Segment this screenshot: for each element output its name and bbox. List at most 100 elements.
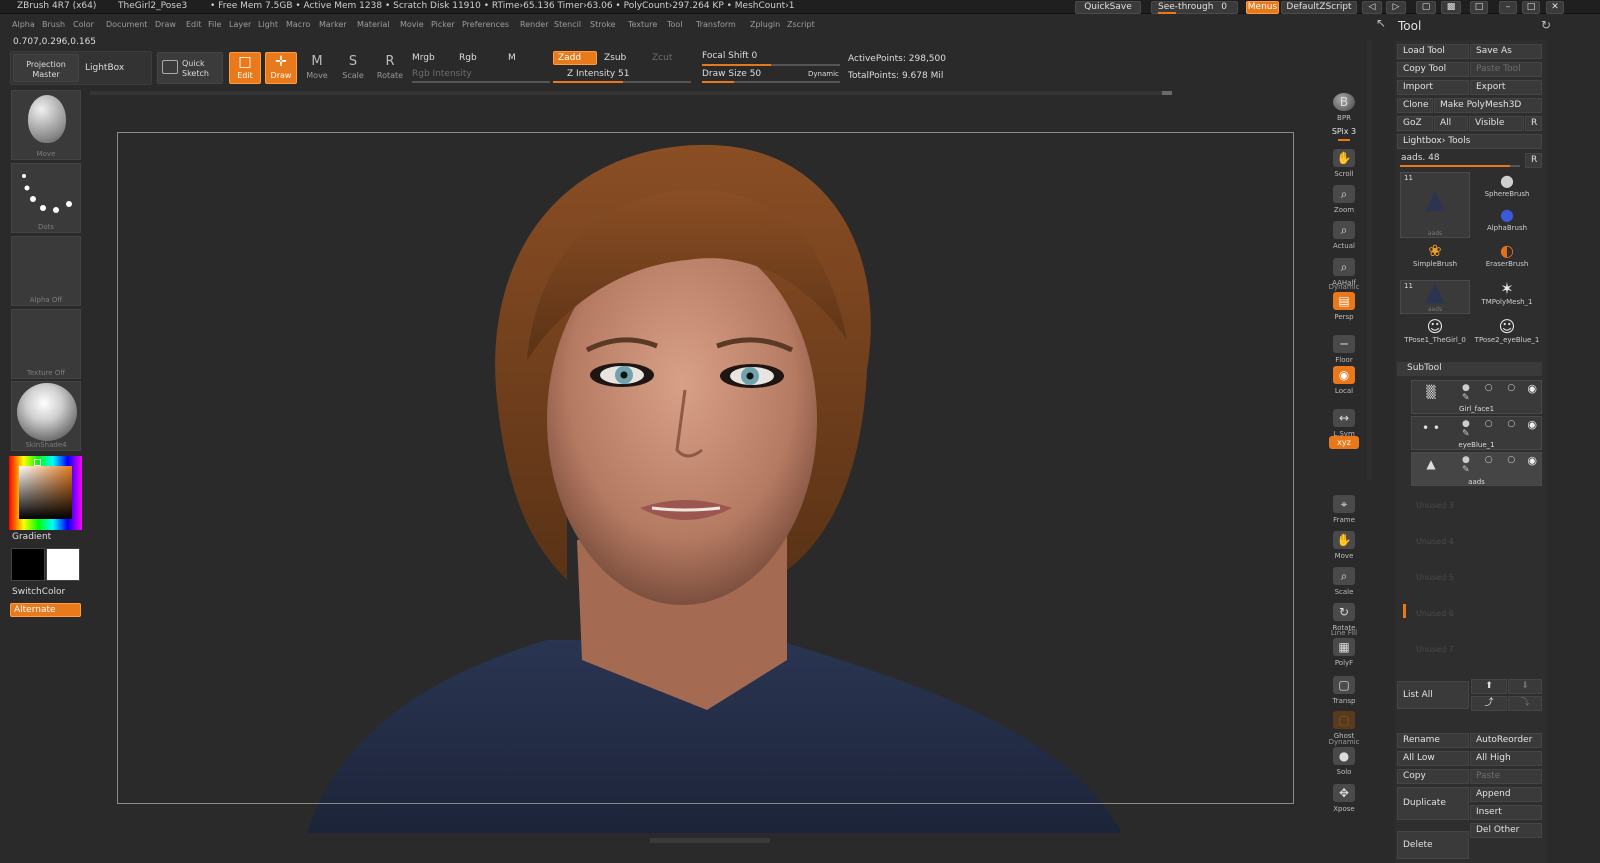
save-as-button[interactable]: Save As — [1470, 44, 1542, 59]
zcut-button[interactable]: Zcut — [652, 53, 672, 63]
move-mode-button[interactable]: M Move — [302, 52, 332, 84]
tool-thumb-tmpolymesh_1[interactable]: ✶ TMPolyMesh_1 — [1472, 280, 1542, 314]
duplicate-button[interactable]: Duplicate — [1397, 787, 1469, 820]
menu-texture[interactable]: Texture — [628, 20, 657, 29]
subtool-header[interactable]: SubTool — [1397, 362, 1542, 376]
z-intensity-slider[interactable]: Z Intensity 51 — [567, 69, 630, 79]
menus-button[interactable]: Menus — [1246, 1, 1279, 14]
goz-r-button[interactable]: R — [1525, 116, 1542, 131]
move-top-icon[interactable]: ⤴ — [1471, 696, 1507, 711]
insert-button[interactable]: Insert — [1470, 805, 1542, 820]
visibility-eye-icon[interactable]: ◉ — [1527, 382, 1537, 395]
z-intensity-track[interactable] — [553, 81, 691, 83]
menu-draw[interactable]: Draw — [155, 20, 176, 29]
edit-button[interactable]: □ Edit — [229, 52, 261, 84]
menu-preferences[interactable]: Preferences — [462, 20, 509, 29]
menu-render[interactable]: Render — [520, 20, 548, 29]
color-field[interactable] — [19, 466, 72, 519]
tool-thumb-aads[interactable]: ▲ 11 aads — [1400, 172, 1470, 238]
scale-button[interactable]: ⌕ Scale — [1328, 566, 1360, 596]
alternate-button[interactable]: Alternate — [10, 603, 81, 617]
menu-layer[interactable]: Layer — [229, 20, 251, 29]
mrgb-toggle[interactable]: Mrgb — [412, 53, 435, 63]
move-button[interactable]: ✋ Move — [1328, 530, 1360, 560]
menu-document[interactable]: Document — [106, 20, 147, 29]
menu-light[interactable]: Light — [258, 20, 278, 29]
menu-marker[interactable]: Marker — [319, 20, 347, 29]
lsym-button[interactable]: ↔ L.Sym — [1328, 408, 1360, 438]
append-button[interactable]: Append — [1470, 787, 1542, 802]
tool-thumb-simplebrush[interactable]: ❀ SimpleBrush — [1400, 242, 1470, 274]
close-icon[interactable]: ✕ — [1546, 1, 1564, 14]
quicksave-button[interactable]: QuickSave — [1075, 1, 1141, 14]
texture-selector[interactable]: Texture Off — [11, 309, 81, 379]
subtool-item[interactable]: ▲ ● ○ ○ ✎ ◉ aads — [1411, 452, 1542, 486]
menu-brush[interactable]: Brush — [42, 20, 65, 29]
subtool-item[interactable]: • • ● ○ ○ ✎ ◉ eyeBlue_1 — [1411, 416, 1542, 450]
menu-stroke[interactable]: Stroke — [590, 20, 616, 29]
all-low-button[interactable]: All Low — [1397, 751, 1469, 766]
layout-left-icon[interactable]: ◁ — [1362, 1, 1382, 14]
spix-button[interactable]: SPix 3 — [1328, 127, 1360, 142]
visibility-eye-icon[interactable]: ◉ — [1527, 454, 1537, 467]
dynamic-toggle[interactable]: Dynamic — [808, 70, 839, 78]
tool-thumb-eraserbrush[interactable]: ◐ EraserBrush — [1472, 242, 1542, 274]
projection-master-button[interactable]: Projection Master — [13, 54, 79, 82]
bottom-tray-handle[interactable] — [650, 838, 770, 843]
tool-thumb-alphabrush[interactable]: ● AlphaBrush — [1472, 206, 1542, 236]
color-cursor-icon[interactable] — [34, 459, 41, 466]
layout-right-icon[interactable]: ▷ — [1386, 1, 1406, 14]
paste-subtool-button[interactable]: Paste — [1470, 769, 1542, 784]
pin-icon[interactable]: ↖ — [1376, 16, 1390, 32]
frame-button[interactable]: ⌖ Frame — [1328, 494, 1360, 524]
main-color-swatch[interactable] — [46, 548, 80, 581]
all-high-button[interactable]: All High — [1470, 751, 1542, 766]
horizontal-scrollbar[interactable] — [90, 91, 1172, 95]
switch-color-button[interactable]: SwitchColor — [12, 587, 65, 597]
refresh-icon[interactable]: ↻ — [1541, 18, 1551, 32]
zadd-button[interactable]: Zadd — [553, 51, 597, 65]
tool-thumb-aads[interactable]: ▲ 11 aads — [1400, 279, 1470, 314]
tray-scrollbar[interactable] — [1367, 40, 1372, 480]
list-all-button[interactable]: List All — [1397, 681, 1469, 709]
xyz-button[interactable]: xyz — [1328, 436, 1360, 450]
quick-sketch-button[interactable]: Quick Sketch — [157, 52, 223, 84]
lock-icon[interactable]: □ — [1470, 1, 1488, 14]
goz-all-button[interactable]: All — [1434, 116, 1468, 131]
local-button[interactable]: ◉ Local — [1328, 365, 1360, 395]
tool-r-button[interactable]: R — [1525, 153, 1542, 168]
subtool-item[interactable]: ▒ ● ○ ○ ✎ ◉ Girl_face1 — [1411, 380, 1542, 414]
see-through-slider[interactable]: See-through 0 — [1151, 1, 1238, 14]
solo-button[interactable]: Dynamic ● Solo — [1328, 738, 1360, 776]
draw-size-track[interactable] — [702, 81, 840, 83]
script-button[interactable]: DefaultZScript — [1281, 1, 1357, 14]
make-polymesh-button[interactable]: Make PolyMesh3D — [1434, 98, 1542, 113]
menu-movie[interactable]: Movie — [400, 20, 424, 29]
polyf-button[interactable]: Line Fill ▦ PolyF — [1328, 629, 1360, 667]
menu-picker[interactable]: Picker — [431, 20, 455, 29]
rename-button[interactable]: Rename — [1397, 733, 1469, 748]
maximize-icon[interactable]: □ — [1522, 1, 1540, 14]
spix-slider[interactable] — [1338, 139, 1350, 141]
goz-visible-button[interactable]: Visible — [1469, 116, 1524, 131]
export-button[interactable]: Export — [1470, 80, 1542, 95]
transp-button[interactable]: ▢ Transp — [1328, 675, 1360, 705]
zoom-button[interactable]: ⌕ Zoom — [1328, 184, 1360, 214]
move-up-icon[interactable]: ⬆ — [1471, 679, 1507, 694]
persp-button[interactable]: Dynamic ▤ Persp — [1328, 283, 1360, 321]
tool-thumb-spherebrush[interactable]: ● SphereBrush — [1472, 172, 1542, 202]
delete-button[interactable]: Delete — [1397, 831, 1469, 859]
tool-thumb-tpose1_thegirl_0[interactable]: ☺ TPose1_TheGirl_0 — [1400, 318, 1470, 352]
load-tool-button[interactable]: Load Tool — [1397, 44, 1469, 59]
scale-mode-button[interactable]: S Scale — [338, 52, 368, 84]
zsub-button[interactable]: Zsub — [604, 53, 626, 63]
color-picker[interactable] — [9, 456, 82, 530]
floor-button[interactable]: ─ Floor — [1328, 334, 1360, 364]
menu-stencil[interactable]: Stencil — [554, 20, 581, 29]
brush-selector[interactable]: Move — [11, 90, 81, 160]
menu-tool[interactable]: Tool — [667, 20, 683, 29]
secondary-color-swatch[interactable] — [11, 548, 45, 581]
menu-transform[interactable]: Transform — [696, 20, 736, 29]
focal-shift-track[interactable] — [702, 64, 840, 66]
gradient-toggle[interactable]: Gradient — [12, 532, 51, 542]
